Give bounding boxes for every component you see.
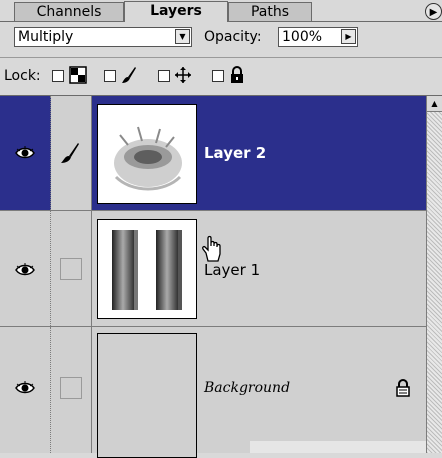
tab-layers[interactable]: Layers <box>124 1 228 22</box>
play-arrow-icon: ▶ <box>429 7 438 18</box>
panel-tab-bar: Channels Layers Paths ▶ <box>0 0 442 22</box>
layer-name[interactable]: Layer 1 <box>204 261 260 279</box>
opacity-slider-arrow-icon[interactable]: ▶ <box>341 29 356 44</box>
layer-thumbnail <box>97 219 197 319</box>
layer-row-background[interactable]: Background <box>0 327 426 458</box>
chevron-down-icon[interactable]: ▼ <box>175 29 190 44</box>
link-box[interactable] <box>60 258 82 280</box>
layer-1-thumbnail-image <box>98 220 196 318</box>
opacity-field[interactable]: 100% ▶ <box>278 27 358 47</box>
opacity-label: Opacity: <box>204 29 262 45</box>
scroll-up-arrow-icon[interactable]: ▲ <box>427 96 442 112</box>
link-box[interactable] <box>60 377 82 399</box>
brush-icon <box>61 143 79 163</box>
layer-thumbnail <box>97 333 197 458</box>
tab-channels[interactable]: Channels <box>14 2 124 21</box>
tab-paths[interactable]: Paths <box>228 2 312 21</box>
move-lock-icon <box>175 67 191 83</box>
panel-footer-strip <box>250 441 426 453</box>
layer-thumbnail <box>97 104 197 204</box>
visibility-cell[interactable] <box>0 96 51 210</box>
link-cell[interactable] <box>51 211 92 326</box>
lock-row: Lock: <box>0 58 442 94</box>
transparency-lock-icon <box>69 66 87 84</box>
lock-transparency-checkbox[interactable] <box>52 70 64 82</box>
layer-lock-icon <box>396 379 410 397</box>
layers-list: Layer 2 Layer 1 Background <box>0 96 426 458</box>
link-cell[interactable] <box>51 96 92 210</box>
eye-icon <box>15 263 35 276</box>
lock-position-checkbox[interactable] <box>158 70 170 82</box>
scroll-track[interactable] <box>427 112 442 453</box>
hand-cursor-icon <box>202 235 221 262</box>
panel-menu-button[interactable]: ▶ <box>425 3 442 20</box>
brush-lock-icon <box>122 67 136 83</box>
blend-mode-select[interactable]: Multiply ▼ <box>14 27 192 47</box>
lock-all-checkbox[interactable] <box>212 70 224 82</box>
lock-pixels-checkbox[interactable] <box>104 70 116 82</box>
lock-label: Lock: <box>4 68 41 84</box>
opacity-value: 100% <box>282 29 323 45</box>
blend-options-row: Multiply ▼ Opacity: 100% ▶ <box>0 22 442 52</box>
layer-name[interactable]: Background <box>204 379 290 397</box>
link-cell[interactable] <box>51 327 92 453</box>
layers-scrollbar[interactable]: ▲ <box>426 96 442 453</box>
eye-icon <box>15 381 35 394</box>
visibility-cell[interactable] <box>0 327 51 453</box>
padlock-icon <box>231 66 243 83</box>
layer-row-layer-1[interactable]: Layer 1 <box>0 211 426 327</box>
eye-icon <box>15 146 35 159</box>
layer-2-thumbnail-image <box>98 105 196 203</box>
visibility-cell[interactable] <box>0 211 51 326</box>
blend-mode-value: Multiply <box>18 29 74 45</box>
layer-name[interactable]: Layer 2 <box>204 144 266 162</box>
layer-row-layer-2[interactable]: Layer 2 <box>0 96 426 211</box>
